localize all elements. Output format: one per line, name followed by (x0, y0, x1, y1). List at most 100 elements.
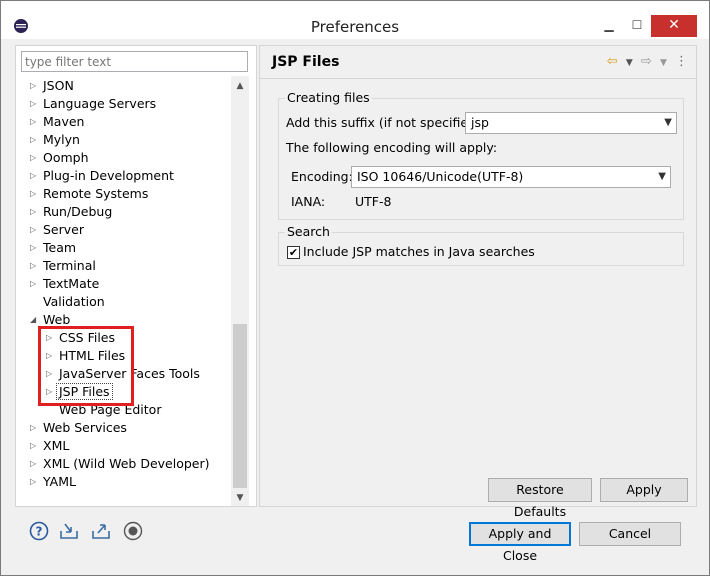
tree-item[interactable]: ▷ JSP Files (46, 383, 113, 401)
iana-value: UTF-8 (355, 194, 392, 209)
import-icon[interactable] (59, 521, 79, 541)
tree-item[interactable]: ▷ Maven (30, 113, 84, 131)
tree-item-label: XML (Wild Web Developer) (43, 456, 210, 471)
svg-text:?: ? (36, 525, 43, 539)
encoding-select[interactable]: ISO 10646/Unicode(UTF-8) ▼ (351, 166, 671, 188)
forward-dropdown-icon[interactable]: ▼ (660, 58, 667, 68)
suffix-value: jsp (471, 115, 489, 130)
tree-item[interactable]: ▷ HTML Files (46, 347, 125, 365)
expand-arrow-icon[interactable]: ▷ (46, 383, 56, 401)
restore-defaults-button[interactable]: Restore Defaults (488, 478, 592, 519)
expand-arrow-icon[interactable]: ▷ (30, 77, 40, 95)
preference-tree-pane: ▷JSON▷Language Servers▷Maven▷Mylyn▷Oomph… (15, 45, 257, 507)
include-jsp-label[interactable]: Include JSP matches in Java searches (303, 244, 535, 259)
tree-item[interactable]: ▷ TextMate (30, 275, 99, 293)
tree-item-label: YAML (43, 474, 76, 489)
tree-item-label: XML (43, 438, 70, 453)
tree-item-label: Web Services (43, 420, 127, 435)
back-arrow-icon[interactable]: ⇦ (607, 54, 618, 69)
filter-input[interactable] (21, 51, 248, 72)
record-icon[interactable] (123, 521, 143, 541)
expand-arrow-icon[interactable]: ▷ (30, 131, 40, 149)
expand-arrow-icon[interactable]: ▷ (30, 239, 40, 257)
maximize-button[interactable]: ☐ (627, 15, 647, 37)
expand-arrow-icon[interactable]: ▷ (30, 419, 40, 437)
tree-item-label: Language Servers (43, 96, 157, 111)
chevron-down-icon: ▼ (664, 117, 672, 128)
tree-item[interactable]: ▷ Web Services (30, 419, 127, 437)
page-nav-toolbar: ⇦ ▼ ⇨ ▼ ⋮ (603, 54, 688, 69)
tree-item-label: Team (43, 240, 77, 255)
search-label: Search (285, 224, 332, 239)
include-jsp-checkbox[interactable]: ✔ (287, 246, 300, 259)
expand-arrow-icon[interactable]: ▷ (30, 149, 40, 167)
tree-item-label: Validation (43, 294, 105, 309)
iana-label: IANA: (291, 194, 326, 209)
tree-scrollbar[interactable]: ▲ ▼ (231, 76, 249, 506)
apply-and-close-button[interactable]: Apply and Close (469, 522, 571, 563)
minimize-button[interactable]: ▁ (599, 15, 619, 37)
tree-item[interactable]: Web Page Editor (46, 401, 161, 419)
expand-arrow-icon[interactable]: ▷ (30, 167, 40, 185)
expand-arrow-icon[interactable]: ▷ (30, 275, 40, 293)
view-menu-icon[interactable]: ⋮ (675, 54, 688, 69)
expand-arrow-icon[interactable]: ▷ (46, 365, 56, 383)
expand-arrow-icon[interactable]: ▷ (30, 95, 40, 113)
tree-item-label: Mylyn (43, 132, 80, 147)
search-group: Search ✔ Include JSP matches in Java sea… (278, 224, 684, 266)
header-divider (260, 78, 696, 79)
tree-item[interactable]: ▷ Plug-in Development (30, 167, 174, 185)
tree-item[interactable]: ▷ XML (30, 437, 69, 455)
tree-item[interactable]: ▷ Mylyn (30, 131, 80, 149)
expand-arrow-icon[interactable]: ▷ (30, 473, 40, 491)
tree-item[interactable]: ▷ JavaServer Faces Tools (46, 365, 200, 383)
creating-files-label: Creating files (285, 90, 372, 105)
tree-item[interactable]: ▷ CSS Files (46, 329, 115, 347)
expand-arrow-icon[interactable]: ▷ (30, 257, 40, 275)
tree-item-label: Oomph (43, 150, 89, 165)
tree-item-label: Terminal (43, 258, 96, 273)
suffix-select[interactable]: jsp ▼ (465, 112, 677, 134)
collapse-arrow-icon[interactable]: ◢ (30, 311, 40, 329)
expand-arrow-icon[interactable]: ▷ (30, 203, 40, 221)
scroll-thumb[interactable] (233, 324, 247, 488)
cancel-button[interactable]: Cancel (579, 522, 681, 546)
apply-button[interactable]: Apply (600, 478, 688, 502)
tree-item[interactable]: ◢ Web (30, 311, 70, 329)
tree-item[interactable]: ▷ Run/Debug (30, 203, 112, 221)
expand-arrow-icon[interactable]: ▷ (30, 113, 40, 131)
scroll-up-icon[interactable]: ▲ (231, 78, 249, 94)
scroll-down-icon[interactable]: ▼ (231, 490, 249, 506)
tree-item-label: Plug-in Development (43, 168, 174, 183)
expand-arrow-icon[interactable]: ▷ (46, 347, 56, 365)
tree-item[interactable]: ▷ Server (30, 221, 84, 239)
help-icon[interactable]: ? (29, 521, 49, 541)
expand-arrow-icon[interactable]: ▷ (30, 221, 40, 239)
tree-item[interactable]: ▷ Terminal (30, 257, 96, 275)
close-button[interactable]: ✕ (651, 15, 697, 37)
tree-item-label: TextMate (43, 276, 100, 291)
tree-item[interactable]: ▷ Language Servers (30, 95, 156, 113)
suffix-label: Add this suffix (if not specified): (286, 115, 486, 130)
tree-item[interactable]: ▷ YAML (30, 473, 76, 491)
expand-arrow-icon[interactable]: ▷ (30, 437, 40, 455)
expand-arrow-icon[interactable]: ▷ (30, 455, 40, 473)
encoding-value: ISO 10646/Unicode(UTF-8) (357, 169, 524, 184)
tree-item[interactable]: ▷ Oomph (30, 149, 89, 167)
tree-item[interactable]: ▷ JSON (30, 77, 74, 95)
tree-item[interactable]: ▷ Remote Systems (30, 185, 148, 203)
back-dropdown-icon[interactable]: ▼ (626, 58, 633, 68)
tree-item-label: JSP Files (56, 383, 113, 400)
tree-item-label: HTML Files (59, 348, 126, 363)
tree-item-label: JavaServer Faces Tools (59, 366, 200, 381)
export-icon[interactable] (91, 521, 111, 541)
tree-item[interactable]: ▷ XML (Wild Web Developer) (30, 455, 210, 473)
tree-item-label: Web Page Editor (59, 402, 162, 417)
expand-arrow-icon[interactable]: ▷ (46, 329, 56, 347)
forward-arrow-icon[interactable]: ⇨ (641, 54, 652, 69)
expand-arrow-icon[interactable]: ▷ (30, 185, 40, 203)
tree-item[interactable]: ▷ Team (30, 239, 76, 257)
tree-item[interactable]: Validation (30, 293, 105, 311)
tree-item-label: CSS Files (59, 330, 115, 345)
preference-page: JSP Files ⇦ ▼ ⇨ ▼ ⋮ Creating files Add t… (259, 45, 697, 519)
